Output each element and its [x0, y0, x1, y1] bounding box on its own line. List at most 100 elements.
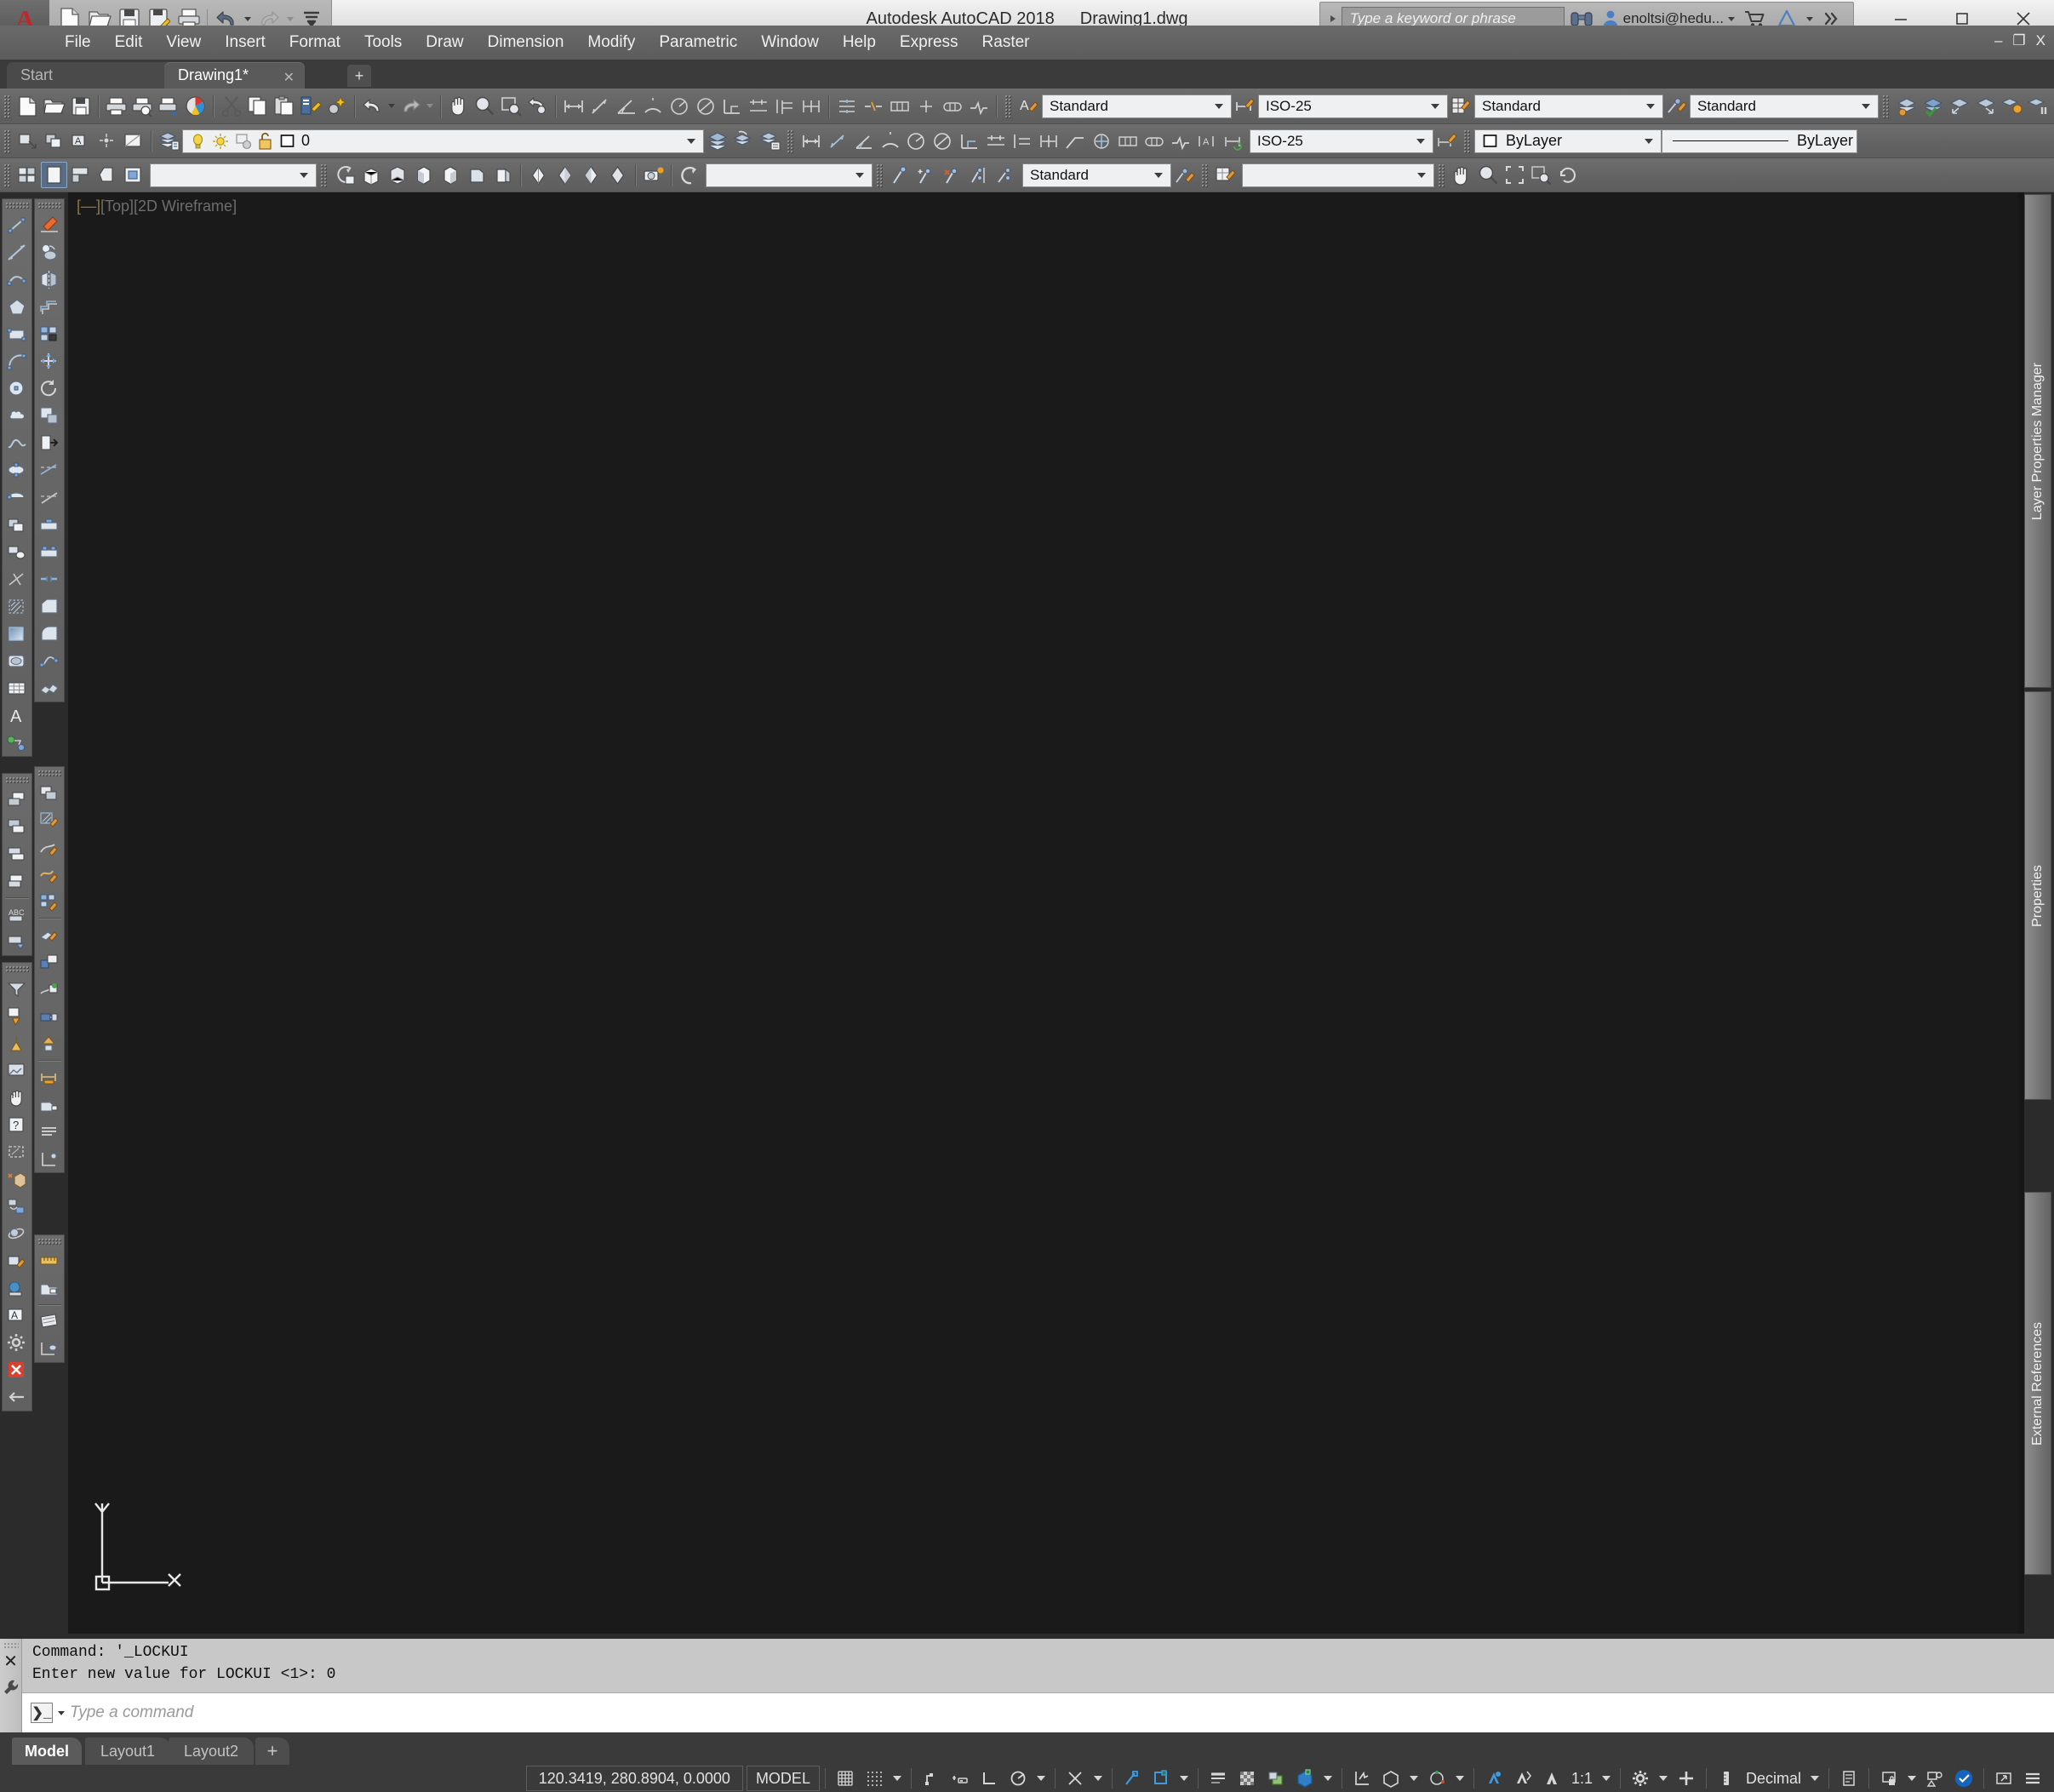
toolbar-grip[interactable]	[1882, 94, 1890, 118]
panel-external-references[interactable]: External References	[2024, 1192, 2051, 1575]
toolbar-grip[interactable]	[37, 770, 61, 777]
color-control-combo[interactable]: ByLayer	[1474, 129, 1662, 153]
layer-manager-2-icon[interactable]	[757, 128, 783, 154]
array-icon[interactable]	[37, 320, 63, 347]
inspection-dimension-icon[interactable]	[939, 93, 965, 119]
3d-orbit-icon[interactable]	[4, 1220, 31, 1247]
linetype-control-combo[interactable]: ByLayer	[1662, 129, 1857, 153]
gizmo-icon[interactable]	[1422, 1766, 1451, 1791]
chevron-down-icon[interactable]	[1857, 95, 1874, 117]
select-similar-icon[interactable]	[4, 1138, 31, 1165]
3d-object-icon[interactable]	[4, 1165, 31, 1193]
zoom-previous-icon[interactable]	[524, 93, 551, 119]
dynamic-ucs-icon[interactable]	[1347, 1766, 1376, 1791]
dynamic-input-icon[interactable]	[946, 1766, 975, 1791]
left-view-icon[interactable]	[410, 162, 437, 188]
se-isometric-icon[interactable]	[552, 162, 578, 188]
zoom-extents-icon[interactable]	[1502, 162, 1528, 188]
menu-item-parametric[interactable]: Parametric	[647, 28, 749, 57]
match-properties-icon[interactable]	[297, 93, 323, 119]
arc-length-icon[interactable]	[639, 93, 666, 119]
menu-item-window[interactable]: Window	[749, 28, 831, 57]
fillet-icon[interactable]	[37, 620, 63, 647]
draworder-icon[interactable]	[37, 779, 63, 806]
object-viewport-icon[interactable]	[120, 162, 146, 188]
block-library-icon[interactable]	[37, 1274, 63, 1302]
extend-icon[interactable]	[37, 484, 63, 511]
autoscale-icon[interactable]	[1508, 1766, 1537, 1791]
new-icon[interactable]	[14, 93, 41, 119]
menu-item-modify[interactable]: Modify	[575, 28, 647, 57]
dim-arc-2-icon[interactable]	[877, 128, 903, 154]
geographic-location-icon[interactable]	[4, 1274, 31, 1302]
clean-screen-icon[interactable]	[1989, 1766, 2018, 1791]
top-view-icon[interactable]	[358, 162, 384, 188]
polyline-icon[interactable]	[4, 266, 31, 293]
back-arrow-icon[interactable]	[4, 1383, 31, 1411]
wrench-icon[interactable]	[3, 1679, 20, 1698]
viewport-scale-combo[interactable]	[150, 163, 317, 187]
annotation-visibility-icon[interactable]	[1479, 1766, 1508, 1791]
save-icon[interactable]	[67, 93, 94, 119]
toolbar-grip[interactable]	[787, 129, 794, 153]
ellipse-icon[interactable]	[4, 456, 31, 484]
offset-icon[interactable]	[37, 293, 63, 320]
plot-preview-icon[interactable]	[129, 93, 156, 119]
dimension-style-combo-2[interactable]: ISO-25	[1250, 129, 1433, 153]
toolbar-grip[interactable]	[5, 776, 29, 784]
dimension-space-icon[interactable]	[833, 93, 860, 119]
text-edit-icon[interactable]	[37, 1118, 63, 1145]
chevron-down-icon[interactable]	[851, 164, 868, 186]
make-block-icon[interactable]	[4, 538, 31, 565]
filter-dropdown-arrow[interactable]	[1405, 1766, 1422, 1791]
coordinates-display[interactable]: 120.3419, 280.8904, 0.0000	[525, 1766, 743, 1791]
align-leaders-icon[interactable]	[966, 162, 993, 188]
paste-icon[interactable]	[271, 93, 297, 119]
undo-icon[interactable]	[359, 93, 386, 119]
close-icon[interactable]: ✕	[3, 1653, 18, 1670]
mirror-icon[interactable]	[37, 266, 63, 293]
front-view-icon[interactable]	[463, 162, 489, 188]
dimension-break-icon[interactable]	[860, 93, 886, 119]
object-snap-icon[interactable]	[1147, 1766, 1176, 1791]
polar-dropdown-arrow[interactable]	[1033, 1766, 1050, 1791]
snap-dropdown-arrow[interactable]	[889, 1766, 906, 1791]
table-style-combo[interactable]: Standard	[1474, 94, 1663, 118]
linear-dimension-icon[interactable]	[560, 93, 586, 119]
revision-cloud-icon[interactable]	[4, 402, 31, 429]
3d-align-icon[interactable]	[4, 1193, 31, 1220]
dim-diameter-2-icon[interactable]	[930, 128, 956, 154]
drawing-canvas[interactable]: [—][Top][2D Wireframe]	[68, 192, 2018, 1634]
annotation-scale-tool-icon[interactable]: A	[4, 1302, 31, 1329]
dimension-edit-icon[interactable]	[37, 1063, 63, 1091]
dimension-style-combo[interactable]: ISO-25	[1258, 94, 1448, 118]
redo-dropdown-arrow[interactable]	[424, 93, 436, 119]
viewport-config-icon[interactable]	[14, 162, 41, 188]
lineweight-icon[interactable]	[1204, 1766, 1233, 1791]
right-view-icon[interactable]	[437, 162, 463, 188]
bring-to-front-icon[interactable]	[4, 786, 31, 813]
pan-icon[interactable]	[445, 93, 472, 119]
file-tab-drawing1[interactable]: Drawing1* ✕	[164, 62, 305, 89]
multileader-style-combo[interactable]: Standard	[1690, 94, 1879, 118]
chevron-down-icon[interactable]	[1150, 164, 1167, 186]
light-point-icon[interactable]	[4, 1029, 31, 1056]
sw-isometric-icon[interactable]	[525, 162, 552, 188]
3d-object-snap-icon[interactable]	[1290, 1766, 1319, 1791]
menu-item-help[interactable]: Help	[831, 28, 888, 57]
modify-table-icon[interactable]	[1212, 162, 1239, 188]
menu-item-dimension[interactable]: Dimension	[476, 28, 576, 57]
dim-ordinate-2-icon[interactable]	[956, 128, 982, 154]
dim-tolerance-2-icon[interactable]	[1114, 128, 1141, 154]
open-icon[interactable]	[41, 93, 67, 119]
ordinate-dimension-icon[interactable]	[718, 93, 745, 119]
workspace-switching-icon[interactable]	[1626, 1766, 1655, 1791]
edit-array-icon[interactable]	[37, 888, 63, 915]
hatch-icon[interactable]	[4, 593, 31, 620]
model-space-toggle[interactable]: MODEL	[746, 1766, 820, 1791]
viewport-controls-label[interactable]: [—]	[77, 198, 100, 215]
3d-snap-dropdown-arrow[interactable]	[1319, 1766, 1336, 1791]
center-mark-icon[interactable]	[913, 93, 939, 119]
block-editor-icon[interactable]	[37, 1003, 63, 1030]
edit-hatch-icon[interactable]	[37, 806, 63, 833]
